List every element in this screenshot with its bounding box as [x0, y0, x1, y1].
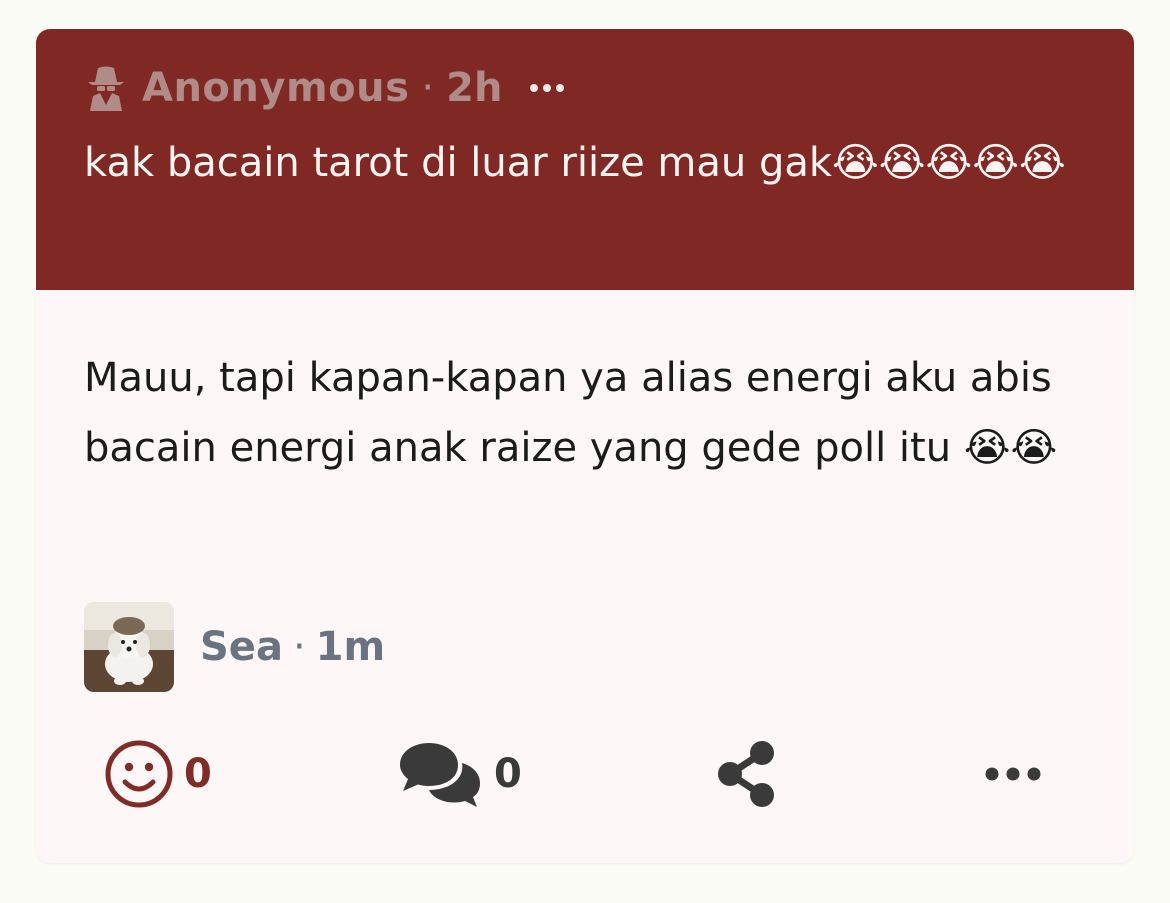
share-button[interactable]	[716, 739, 778, 809]
avatar[interactable]	[84, 602, 174, 692]
more-button[interactable]	[984, 739, 1044, 809]
share-icon	[716, 739, 778, 809]
responder-time: 1m	[315, 624, 386, 670]
responder-separator: ·	[292, 624, 306, 670]
comments-icon	[396, 739, 484, 809]
action-bar: 0 0	[36, 729, 1134, 819]
question-panel: Anonymous · 2h kak bacain tarot di luar …	[36, 29, 1134, 290]
responder-row: Sea · 1m	[84, 602, 385, 692]
question-time: 2h	[446, 65, 503, 111]
more-horizontal-icon	[984, 739, 1044, 809]
question-meta: Anonymous · 2h	[84, 61, 565, 115]
comment-count: 0	[494, 751, 522, 797]
reaction-count: 0	[184, 751, 212, 797]
smile-icon	[104, 739, 174, 809]
more-horizontal-icon[interactable]	[530, 84, 565, 92]
question-separator: ·	[421, 65, 435, 111]
responder-name[interactable]: Sea	[200, 624, 283, 670]
responder-meta: Sea · 1m	[200, 624, 385, 670]
answer-text: Mauu, tapi kapan-kapan ya alias energi a…	[84, 355, 1058, 471]
comments-button[interactable]: 0	[396, 739, 522, 809]
question-author: Anonymous	[142, 65, 410, 111]
react-button[interactable]: 0	[104, 739, 212, 809]
spy-icon	[84, 65, 128, 111]
post-card: Anonymous · 2h kak bacain tarot di luar …	[36, 29, 1134, 863]
question-text: kak bacain tarot di luar riize mau gak😭😭…	[84, 140, 1066, 186]
